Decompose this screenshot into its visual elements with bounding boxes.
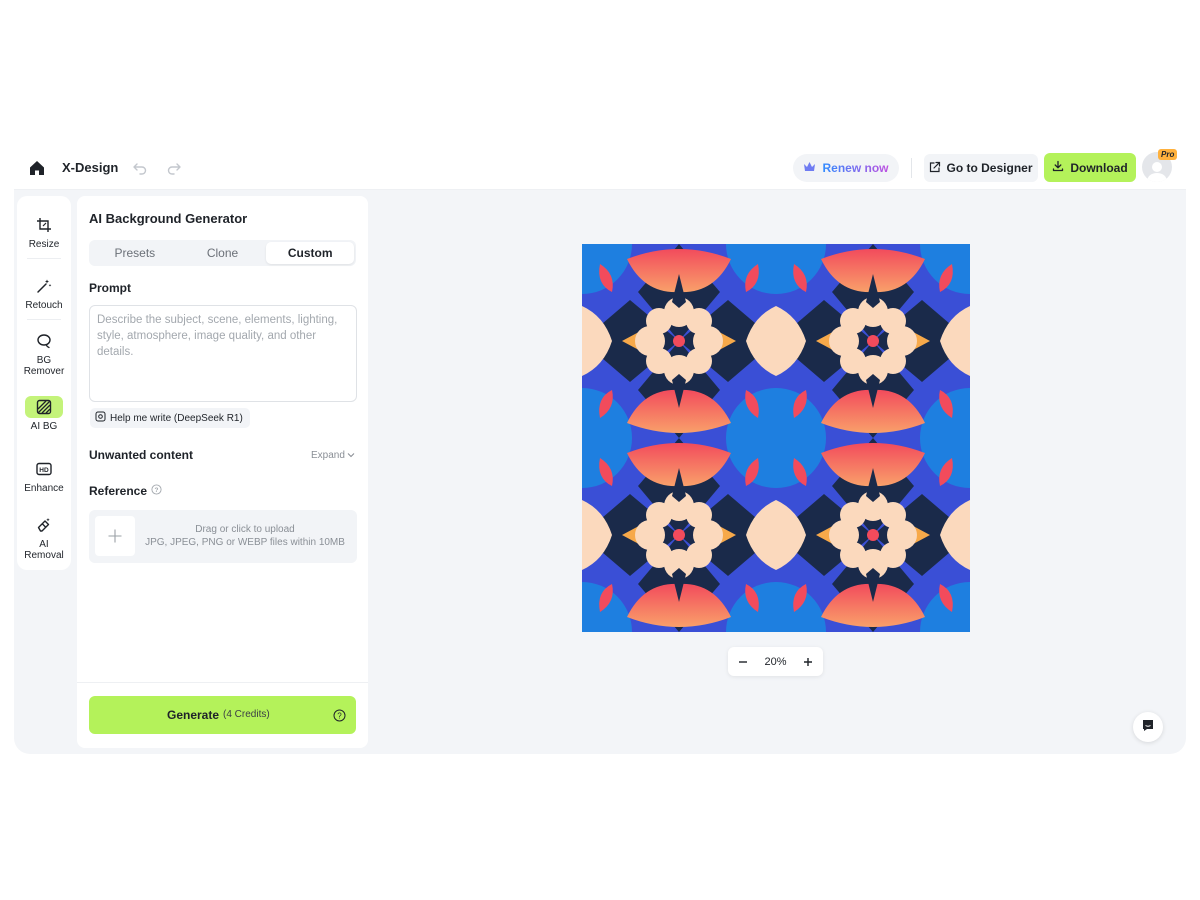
home-icon[interactable] [26, 157, 48, 179]
go-to-designer-button[interactable]: Go to Designer [924, 154, 1038, 182]
download-label: Download [1070, 160, 1128, 175]
help-icon[interactable]: ? [151, 484, 162, 498]
tool-label: BG Remover [23, 355, 65, 377]
tool-bg-remover[interactable]: BG Remover [21, 330, 67, 377]
zoom-control: 20% [728, 647, 823, 676]
zoom-level: 20% [764, 655, 787, 668]
zoom-in-icon[interactable] [801, 655, 815, 669]
upload-hint: Drag or click to upload [195, 524, 295, 535]
help-icon[interactable]: ? [333, 709, 346, 727]
deepseek-icon [95, 411, 106, 425]
tool-resize[interactable]: Resize [21, 214, 67, 250]
tab-presets[interactable]: Presets [91, 242, 179, 264]
generator-panel: AI Background Generator Presets Clone Cu… [77, 196, 368, 748]
renew-label: Renew now [822, 161, 889, 175]
tool-label: Retouch [25, 300, 63, 311]
plus-icon [95, 516, 135, 556]
panel-title: AI Background Generator [89, 211, 248, 226]
reference-upload-area[interactable]: Drag or click to upload JPG, JPEG, PNG o… [89, 510, 357, 563]
generate-label: Generate [167, 708, 220, 722]
pattern-artwork [582, 244, 970, 632]
download-button[interactable]: Download [1044, 153, 1136, 182]
prompt-label: Prompt [89, 281, 131, 295]
chat-icon [1141, 718, 1155, 737]
generated-image[interactable] [582, 244, 970, 632]
divider [27, 258, 61, 259]
crown-icon [803, 161, 816, 175]
svg-text:?: ? [337, 711, 342, 720]
svg-text:?: ? [155, 487, 159, 494]
tool-label: Resize [28, 239, 60, 250]
support-chat-button[interactable] [1133, 712, 1163, 742]
renew-button[interactable]: Renew now [793, 154, 899, 182]
crop-icon [25, 214, 63, 236]
undo-icon[interactable] [130, 158, 150, 178]
redo-icon[interactable] [164, 158, 184, 178]
pro-badge: Pro [1158, 149, 1178, 160]
divider [911, 158, 912, 178]
tool-enhance[interactable]: HD Enhance [21, 458, 67, 494]
help-me-write-button[interactable]: Help me write (DeepSeek R1) [90, 408, 250, 428]
tool-label: AI BG [30, 421, 58, 432]
tool-ai-bg[interactable]: AI BG [21, 396, 67, 432]
prompt-input[interactable] [89, 305, 357, 402]
zoom-out-icon[interactable] [736, 655, 750, 669]
tab-custom[interactable]: Custom [266, 242, 355, 264]
workspace: Resize Retouch BG Remover AI BG HD Enhan… [14, 190, 1186, 754]
tab-clone[interactable]: Clone [179, 242, 267, 264]
external-edit-icon [929, 161, 941, 176]
divider [77, 682, 368, 683]
reference-heading: Reference ? [89, 484, 162, 498]
tool-label: Enhance [24, 483, 64, 494]
svg-text:HD: HD [39, 467, 49, 474]
app-window: X-Design Renew now Go to Designer Downlo… [14, 146, 1186, 754]
download-icon [1052, 160, 1064, 175]
expand-toggle[interactable]: Expand [311, 450, 355, 461]
unwanted-content-label: Unwanted content [89, 448, 193, 462]
divider [27, 319, 61, 320]
hd-icon: HD [25, 458, 63, 480]
lasso-icon [25, 330, 63, 352]
help-me-write-label: Help me write (DeepSeek R1) [110, 412, 243, 424]
upload-format-hint: JPG, JPEG, PNG or WEBP files within 10MB [145, 537, 345, 548]
chevron-down-icon [347, 450, 355, 461]
tool-retouch[interactable]: Retouch [21, 275, 67, 311]
magic-wand-icon [25, 275, 63, 297]
eraser-icon [25, 514, 63, 536]
generate-credits: (4 Credits) [223, 709, 270, 720]
tool-label: AI Removal [24, 539, 64, 561]
generate-button[interactable]: Generate (4 Credits) ? [89, 696, 356, 734]
expand-label: Expand [311, 450, 345, 461]
mode-tabs: Presets Clone Custom [89, 240, 356, 266]
designer-label: Go to Designer [946, 161, 1033, 175]
reference-label: Reference [89, 484, 148, 498]
tool-rail: Resize Retouch BG Remover AI BG HD Enhan… [17, 196, 71, 570]
stripes-icon [25, 396, 63, 418]
tool-ai-removal[interactable]: AI Removal [21, 514, 67, 561]
top-bar: X-Design Renew now Go to Designer Downlo… [14, 146, 1186, 190]
brand-name[interactable]: X-Design [62, 160, 118, 175]
